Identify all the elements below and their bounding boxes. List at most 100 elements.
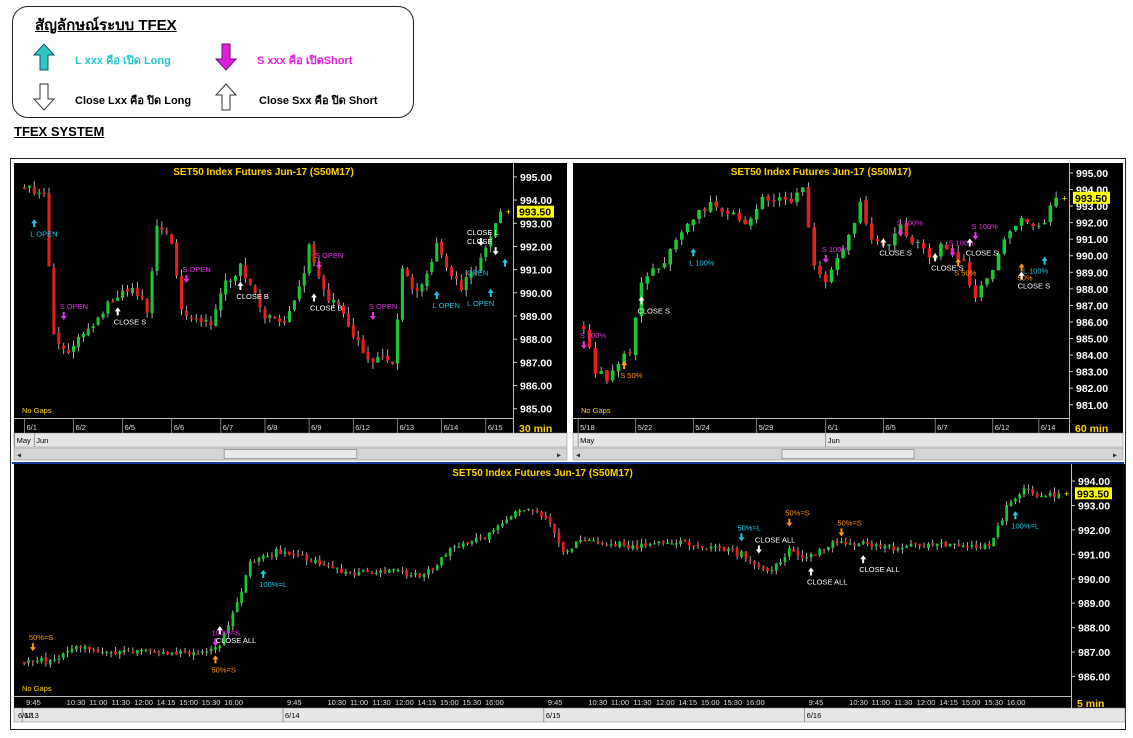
date-label: 6/12: [995, 423, 1010, 432]
candle-body: [296, 554, 300, 556]
candle-body: [749, 218, 753, 226]
signal-label: 50%=L: [737, 523, 761, 532]
signal-label: L OPEN: [30, 229, 57, 238]
candle-body: [376, 357, 380, 363]
plot-area: [14, 464, 1071, 696]
scroll-left-icon: ◂: [17, 451, 21, 460]
candle-body: [91, 326, 95, 328]
day-label: 6/12: [18, 711, 33, 720]
candle-body: [1005, 505, 1009, 522]
timeframe-label: 60 min: [1075, 423, 1108, 435]
candle-body: [823, 274, 828, 283]
candle-body: [800, 187, 805, 193]
candle-body: [779, 561, 782, 565]
candle-body: [66, 651, 69, 653]
date-label: 6/6: [174, 423, 184, 432]
time-label: 16:00: [485, 698, 504, 707]
candle-body: [157, 651, 161, 654]
candle-body: [628, 352, 632, 354]
candle-body: [327, 564, 330, 567]
candle-body: [309, 560, 313, 562]
candle-body: [570, 548, 574, 552]
candle-body: [679, 540, 682, 544]
candle-body: [645, 276, 650, 284]
candle-body: [731, 212, 736, 215]
signal-label: S OPEN: [60, 302, 88, 311]
candle-body: [509, 516, 513, 520]
time-label: 9:45: [809, 698, 824, 707]
candle-body: [727, 548, 730, 552]
candle-body: [361, 570, 365, 572]
candle-body: [705, 549, 709, 551]
candle-body: [927, 248, 932, 258]
candle-body: [973, 285, 978, 299]
candle-body: [88, 646, 91, 650]
timeframe-label: 30 min: [519, 423, 552, 435]
candle-body: [583, 540, 587, 542]
candle-body: [448, 548, 452, 556]
date-label: 5/22: [638, 423, 653, 432]
candle-body: [605, 370, 609, 382]
candle-body: [761, 566, 765, 569]
signal-label: S 100%: [580, 331, 607, 340]
candle-body: [1035, 493, 1039, 497]
candle-body: [1002, 239, 1007, 254]
candle-body: [233, 276, 238, 281]
time-label: 10:30: [588, 698, 607, 707]
signal-label: CLOSE: [467, 237, 492, 246]
signal-label: S 50%: [620, 371, 642, 380]
candle-body: [140, 295, 144, 299]
candle-body: [431, 568, 435, 570]
candle-body: [126, 289, 130, 292]
candle-body: [818, 549, 822, 556]
candle-body: [449, 267, 453, 277]
candle-body: [696, 544, 700, 547]
candle-body: [1044, 495, 1048, 498]
y-tick-label: 987.00: [520, 357, 552, 369]
y-tick-label: 988.00: [520, 334, 552, 346]
chart-panel-5min: 994.00 993.00 992.00 991.00 990.00 989.00 988.…: [13, 464, 1126, 723]
candle-body: [479, 536, 482, 539]
candle-body: [371, 358, 375, 363]
candle-body: [783, 196, 788, 200]
no-gaps-note: No Gaps: [22, 684, 52, 693]
candle-body: [772, 199, 776, 202]
y-tick-label: 987.00: [1078, 647, 1110, 659]
candle-body: [401, 570, 404, 572]
candle-body: [346, 313, 350, 327]
candle-body: [231, 612, 235, 627]
candle-body: [340, 568, 343, 574]
candle-body: [209, 648, 213, 651]
candle-body: [961, 545, 965, 547]
candle-body: [301, 554, 304, 556]
candle-body: [740, 551, 743, 557]
signal-label: S OPEN: [369, 302, 397, 311]
y-tick-label: 988.00: [1076, 284, 1108, 296]
candle-body: [175, 242, 179, 276]
chart-panel-60min: 995.00994.00993.00992.00991.00990.00989.…: [572, 163, 1124, 461]
candle-body: [44, 656, 48, 664]
candle-body: [67, 349, 71, 354]
candle-body: [800, 555, 804, 559]
candle-body: [266, 556, 269, 558]
candle-body: [209, 321, 213, 326]
candle-body: [674, 543, 678, 545]
candle-body: [62, 345, 66, 349]
time-label: 9:45: [287, 698, 302, 707]
candle-body: [697, 210, 701, 219]
candle-body: [1000, 520, 1004, 526]
candle-body: [387, 570, 391, 573]
candle-body: [1022, 488, 1026, 495]
y-tick-label: 988.00: [1078, 623, 1110, 635]
candle-body: [292, 300, 296, 310]
candle-body: [835, 541, 839, 544]
candle-body: [348, 571, 352, 573]
date-label: 6/1: [26, 423, 36, 432]
date-label: 6/12: [355, 423, 370, 432]
date-label: 6/14: [1041, 423, 1056, 432]
candle-body: [640, 543, 643, 548]
candle-body: [714, 201, 719, 208]
candle-body: [248, 561, 252, 577]
signal-label: CLOSE S: [637, 306, 670, 315]
date-label: 6/2: [76, 423, 86, 432]
